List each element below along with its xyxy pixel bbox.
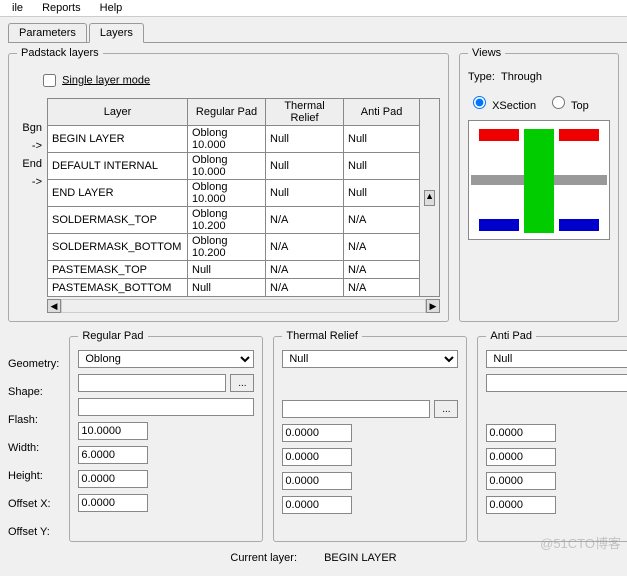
thermal-oy-input[interactable]: [282, 496, 352, 514]
thermal-relief-group: Thermal Relief Null ...: [273, 330, 467, 542]
anti-pad-group: Anti Pad Null ...: [477, 330, 627, 542]
thermal-width-input[interactable]: [282, 424, 352, 442]
radio-top[interactable]: Top: [547, 100, 589, 112]
tab-parameters[interactable]: Parameters: [8, 23, 87, 42]
table-row[interactable]: SOLDERMASK_TOPOblong 10.200N/AN/A: [48, 207, 440, 234]
label-width: Width:: [8, 438, 59, 458]
label-offsetx: Offset X:: [8, 494, 59, 514]
anti-shape-input[interactable]: [486, 374, 627, 392]
table-row[interactable]: END LAYEROblong 10.000NullNull: [48, 180, 440, 207]
thermal-flash-browse[interactable]: ...: [434, 400, 458, 418]
table-row[interactable]: PASTEMASK_TOPNullN/AN/A: [48, 261, 440, 279]
layer-table[interactable]: Layer Regular Pad Thermal Relief Anti Pa…: [47, 98, 440, 297]
regular-geometry-select[interactable]: Oblong: [78, 350, 254, 368]
thermal-flash-input[interactable]: [282, 400, 430, 418]
col-thermal[interactable]: Thermal Relief: [266, 99, 344, 126]
tab-layers[interactable]: Layers: [89, 23, 144, 43]
col-regular[interactable]: Regular Pad: [188, 99, 266, 126]
property-labels: Geometry: Shape: Flash: Width: Height: O…: [8, 330, 59, 542]
tab-row: Parameters Layers: [8, 23, 627, 43]
regular-oy-input[interactable]: [78, 494, 148, 512]
col-layer[interactable]: Layer: [48, 99, 188, 126]
menu-file[interactable]: ile: [4, 0, 31, 16]
current-layer-value: BEGIN LAYER: [324, 552, 397, 564]
type-label: Type:: [468, 71, 495, 83]
label-height: Height:: [8, 466, 59, 486]
type-value: Through: [501, 71, 542, 83]
menu-help[interactable]: Help: [92, 0, 131, 16]
thermal-geometry-select[interactable]: Null: [282, 350, 458, 368]
table-row[interactable]: BEGIN LAYEROblong 10.000NullNull: [48, 126, 440, 153]
regular-ox-input[interactable]: [78, 470, 148, 488]
rowlabel-7[interactable]: [17, 226, 47, 244]
anti-height-input[interactable]: [486, 448, 556, 466]
thermal-legend: Thermal Relief: [282, 330, 362, 342]
views-legend: Views: [468, 47, 505, 59]
watermark: @51CTO博客: [540, 533, 621, 552]
anti-geometry-select[interactable]: Null: [486, 350, 627, 368]
rowlabel-5[interactable]: [17, 190, 47, 208]
current-layer-row: Current layer: BEGIN LAYER: [8, 552, 619, 564]
views-group: Views Type: Through XSection Top: [459, 47, 619, 322]
regular-pad-group: Regular Pad Oblong ...: [69, 330, 263, 542]
vscrollbar[interactable]: ▲: [420, 99, 440, 297]
table-row[interactable]: PASTEMASK_BOTTOMNullN/AN/A: [48, 279, 440, 297]
table-row[interactable]: DEFAULT INTERNALOblong 10.000NullNull: [48, 153, 440, 180]
row-label-column: Bgn -> End ->: [17, 98, 47, 297]
label-offsety: Offset Y:: [8, 522, 59, 542]
xsection-preview: [468, 120, 610, 240]
label-flash: Flash:: [8, 410, 59, 430]
radio-xsection[interactable]: XSection: [468, 100, 536, 112]
regular-legend: Regular Pad: [78, 330, 147, 342]
single-layer-mode-label: Single layer mode: [62, 74, 150, 86]
regular-height-input[interactable]: [78, 446, 148, 464]
anti-oy-input[interactable]: [486, 496, 556, 514]
current-layer-label: Current layer:: [230, 552, 297, 564]
menu-bar: ile Reports Help: [0, 0, 627, 17]
regular-flash-input[interactable]: [78, 398, 254, 416]
hscrollbar[interactable]: ◀▶: [47, 299, 440, 313]
label-geometry: Geometry:: [8, 354, 59, 374]
rowlabel-arrow-2[interactable]: ->: [17, 172, 47, 190]
thermal-ox-input[interactable]: [282, 472, 352, 490]
regular-width-input[interactable]: [78, 422, 148, 440]
padstack-layers-group: Padstack layers Single layer mode Bgn ->…: [8, 47, 449, 322]
single-layer-mode-checkbox[interactable]: [43, 74, 56, 87]
thermal-height-input[interactable]: [282, 448, 352, 466]
anti-ox-input[interactable]: [486, 472, 556, 490]
regular-shape-browse[interactable]: ...: [230, 374, 254, 392]
table-row[interactable]: SOLDERMASK_BOTTOMOblong 10.200N/AN/A: [48, 234, 440, 261]
padstack-legend: Padstack layers: [17, 47, 103, 59]
rowlabel-arrow-1[interactable]: ->: [17, 136, 47, 154]
rowlabel-end[interactable]: End: [17, 154, 47, 172]
col-anti[interactable]: Anti Pad: [344, 99, 420, 126]
rowlabel-6[interactable]: [17, 208, 47, 226]
menu-reports[interactable]: Reports: [34, 0, 89, 16]
anti-legend: Anti Pad: [486, 330, 536, 342]
label-shape: Shape:: [8, 382, 59, 402]
anti-width-input[interactable]: [486, 424, 556, 442]
rowlabel-bgn[interactable]: Bgn: [17, 118, 47, 136]
regular-shape-input[interactable]: [78, 374, 226, 392]
